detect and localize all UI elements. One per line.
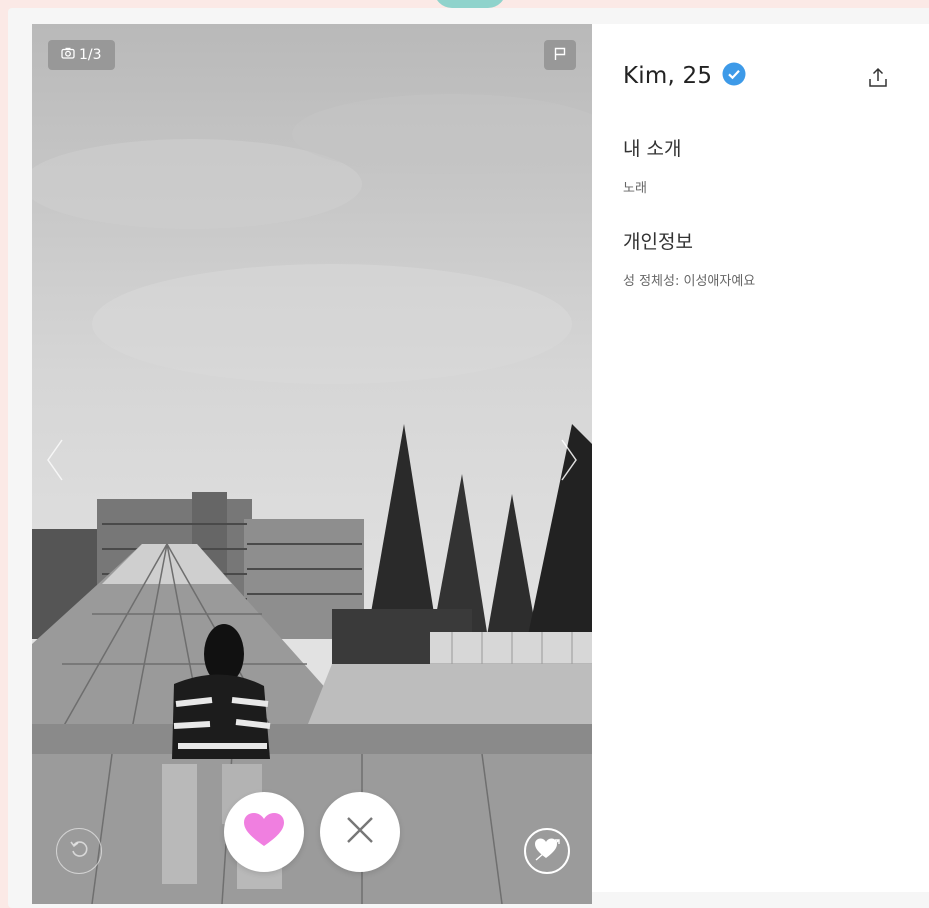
about-text: 노래	[623, 181, 647, 196]
share-icon	[866, 67, 890, 94]
undo-icon	[69, 839, 89, 863]
like-button[interactable]	[224, 792, 304, 872]
about-title: 내 소개	[623, 138, 682, 160]
photo-counter: 1/3	[48, 40, 115, 70]
photo-counter-text: 1/3	[79, 47, 102, 63]
info-text: 성 정체성: 이성애자예요	[623, 274, 756, 289]
prev-photo-button[interactable]	[44, 438, 68, 482]
super-like-button[interactable]	[524, 828, 570, 874]
camera-icon	[61, 47, 75, 63]
pass-button[interactable]	[320, 792, 400, 872]
flag-icon	[553, 46, 567, 65]
profile-photo[interactable]: 1/3	[32, 24, 592, 904]
report-button[interactable]	[544, 40, 576, 70]
profile-name-age: Kim, 25	[623, 63, 713, 89]
heart-icon	[243, 812, 285, 852]
chevron-right-icon	[556, 439, 580, 486]
info-title: 개인정보	[623, 231, 693, 253]
top-accent-tab	[434, 0, 506, 8]
verified-icon	[722, 62, 746, 90]
share-button[interactable]	[866, 66, 890, 90]
next-photo-button[interactable]	[556, 438, 580, 482]
profile-info-panel: Kim, 25 내 소개 노래 개인정보 성 정체성: 이성애자예요	[592, 24, 929, 892]
undo-button[interactable]	[56, 828, 102, 874]
close-icon	[346, 816, 374, 848]
heart-arrow-icon	[533, 836, 561, 866]
name-row: Kim, 25	[623, 62, 746, 90]
chevron-left-icon	[44, 439, 68, 486]
photo-image	[32, 24, 592, 904]
